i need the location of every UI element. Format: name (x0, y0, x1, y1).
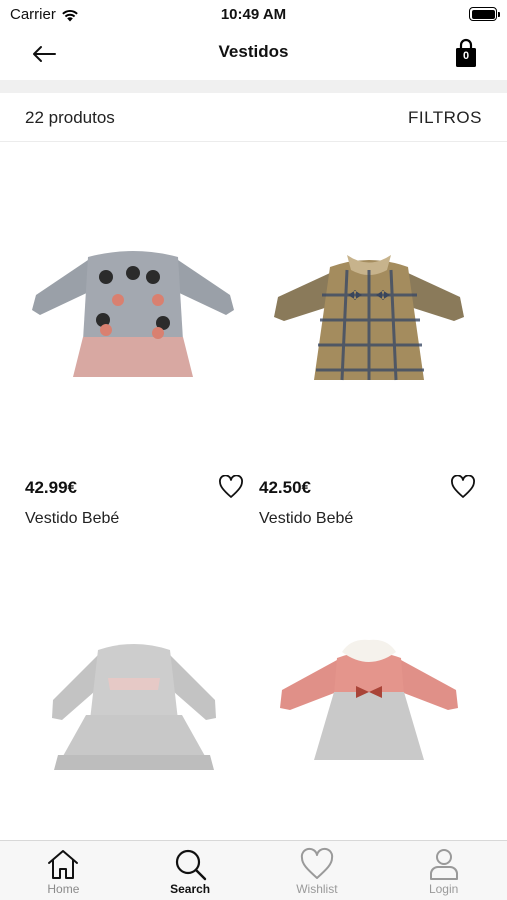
page-title: Vestidos (218, 42, 289, 61)
product-price: 42.50€ (259, 478, 311, 497)
tab-home-label: Home (47, 882, 80, 896)
tab-search[interactable]: Search (127, 841, 254, 900)
filters-button[interactable]: FILTROS (408, 108, 482, 128)
wishlist-heart-icon[interactable] (218, 475, 244, 499)
filter-bar: 22 produtos FILTROS (0, 93, 507, 142)
product-image[interactable] (18, 145, 252, 445)
product-image[interactable] (252, 560, 486, 840)
product-name: Vestido Bebé (259, 510, 354, 527)
product-card[interactable]: 42.50€ Vestido Bebé (252, 145, 486, 535)
product-image[interactable] (18, 560, 252, 840)
nav-bar: Vestidos 0 (0, 30, 507, 80)
status-bar: Carrier 10:49 AM (0, 0, 507, 30)
product-card[interactable]: 42.99€ Vestido Bebé (18, 145, 252, 535)
product-name: Vestido Bebé (25, 510, 120, 527)
product-count: 22 produtos (25, 108, 115, 127)
product-price: 42.99€ (25, 478, 77, 497)
user-icon (429, 849, 458, 880)
cart-button[interactable]: 0 (453, 38, 479, 68)
tab-bar: Home Search Wishlist Login (0, 840, 507, 900)
product-card[interactable] (18, 560, 252, 840)
status-time: 10:49 AM (220, 6, 287, 23)
home-icon (48, 850, 79, 879)
heart-icon (300, 847, 333, 879)
search-icon (176, 849, 207, 881)
cart-count-badge: 0 (462, 50, 470, 62)
tab-search-label: Search (170, 882, 211, 896)
tab-login[interactable]: Login (380, 841, 507, 900)
battery-icon (469, 7, 500, 21)
wishlist-heart-icon[interactable] (450, 475, 476, 499)
header-divider (0, 80, 507, 93)
tab-wishlist-label: Wishlist (296, 882, 338, 896)
product-image[interactable] (252, 145, 486, 445)
tab-home[interactable]: Home (0, 841, 127, 900)
product-card[interactable] (252, 560, 486, 840)
tab-login-label: Login (428, 882, 459, 896)
tab-wishlist[interactable]: Wishlist (254, 841, 381, 900)
